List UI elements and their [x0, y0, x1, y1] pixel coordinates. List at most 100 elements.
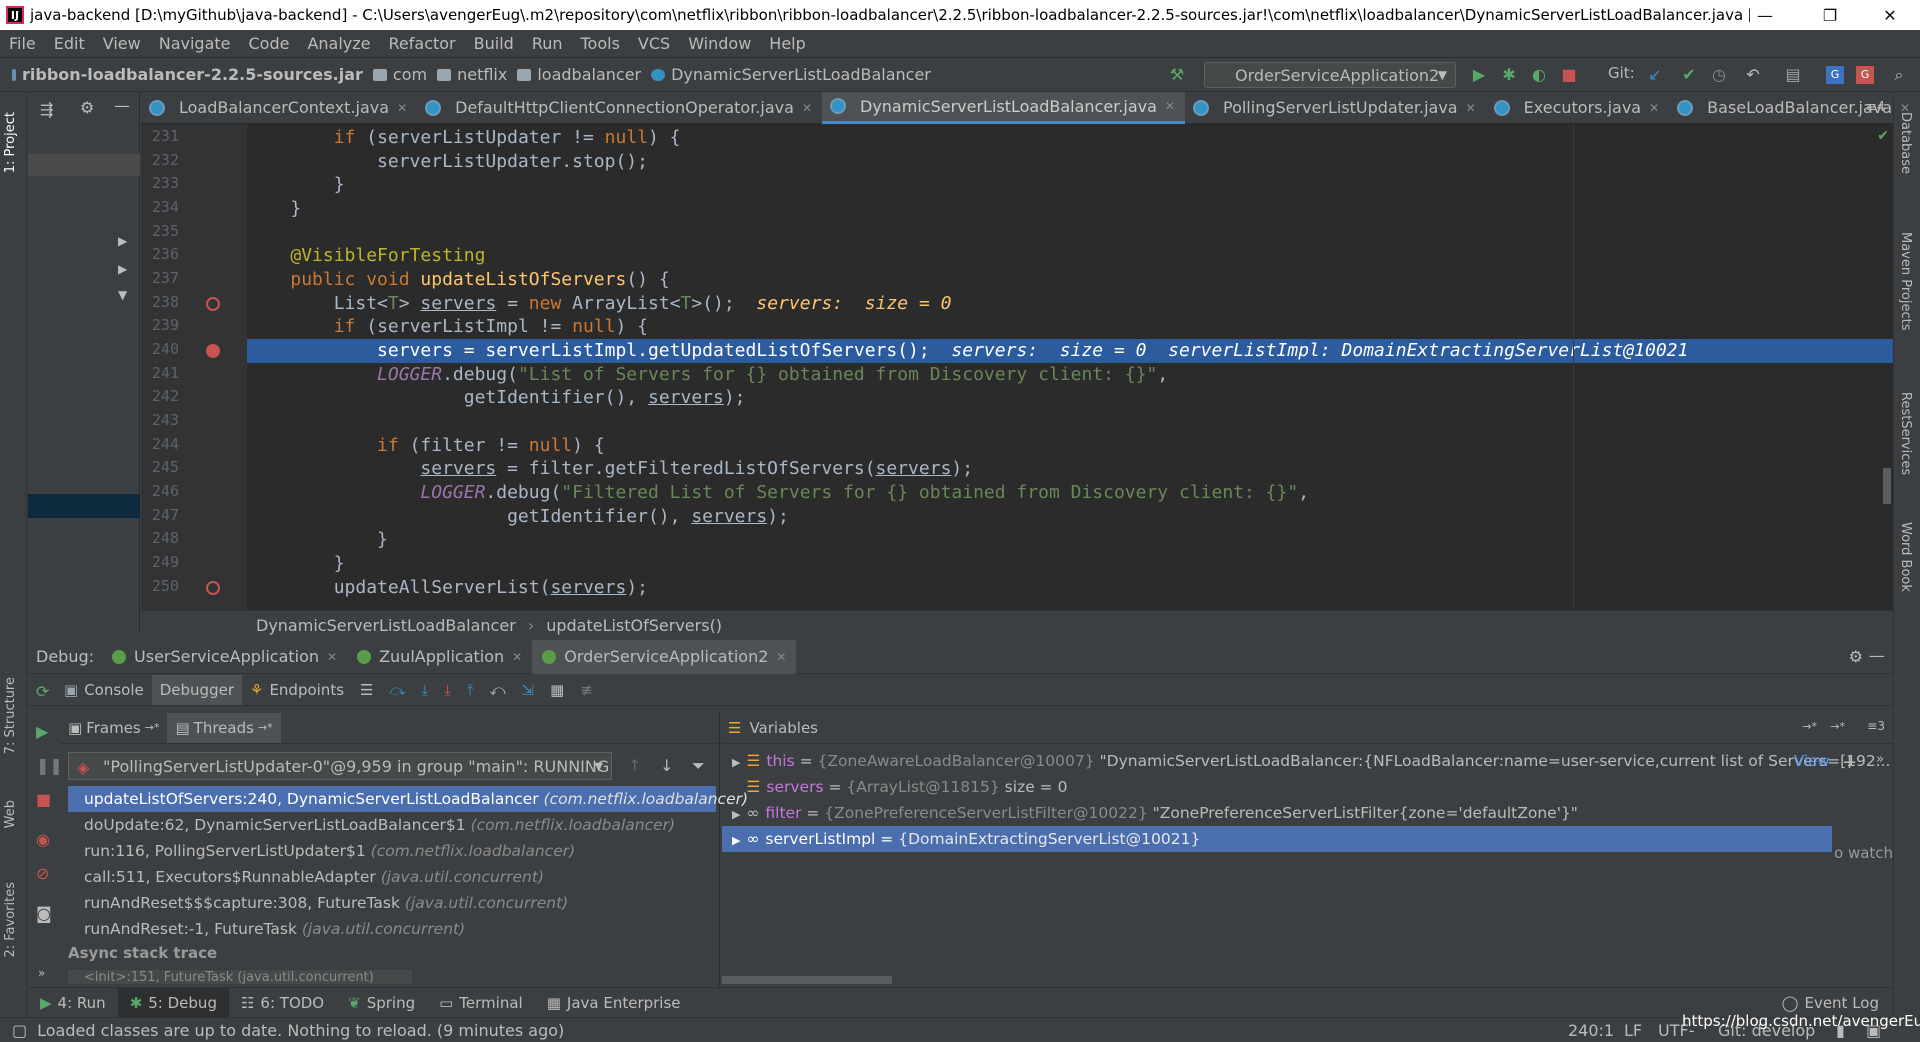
- variable-row[interactable]: ▶ ☰ this = {ZoneAwareLoadBalancer@10007} "…: [722, 748, 1890, 774]
- close-tab-icon[interactable]: ✕: [1649, 101, 1659, 115]
- editor-gutter[interactable]: 231 232 233 234 235 236 237 238 239 240 …: [141, 124, 247, 610]
- expand-arrow-icon[interactable]: ▶: [118, 234, 127, 248]
- hide-panel-icon[interactable]: —: [1869, 646, 1885, 665]
- tabs-overflow-button[interactable]: ≡4: [1866, 100, 1885, 115]
- step-over-icon[interactable]: ⤼: [381, 675, 413, 705]
- menu-run[interactable]: Run: [523, 34, 572, 53]
- search-icon[interactable]: ⌕: [1890, 66, 1908, 84]
- structure-tool-button[interactable]: 7: Structure: [3, 677, 18, 754]
- project-structure-icon[interactable]: ▤: [1784, 66, 1802, 84]
- resume-icon[interactable]: ▶: [36, 722, 48, 741]
- debug-session-tab[interactable]: ZuulApplication ✕: [347, 640, 532, 674]
- menu-help[interactable]: Help: [760, 34, 814, 53]
- breadcrumb-class[interactable]: DynamicServerListLoadBalancer: [651, 65, 931, 84]
- breadcrumb-loadbalancer[interactable]: loadbalancer: [517, 65, 641, 84]
- close-tab-icon[interactable]: ✕: [1466, 101, 1476, 115]
- tool-tab-todo[interactable]: ☷ 6: TODO: [229, 988, 336, 1018]
- stop-icon[interactable]: ■: [1560, 66, 1578, 84]
- translate-alt-icon[interactable]: G: [1856, 66, 1874, 84]
- breadcrumb-method[interactable]: updateListOfServers(): [546, 616, 722, 635]
- breadcrumb-netflix[interactable]: netflix: [437, 65, 507, 84]
- mute-breakpoints-icon[interactable]: ⊘: [36, 864, 49, 883]
- collapse-all-icon[interactable]: ⇶: [40, 100, 53, 119]
- settings-menu-icon[interactable]: ≡3: [1867, 719, 1885, 733]
- async-stack-frame[interactable]: <init>:151, FutureTask (java.util.concur…: [68, 970, 412, 984]
- drop-frame-icon[interactable]: ⤺: [481, 675, 513, 705]
- caret-position[interactable]: 240:1: [1568, 1021, 1614, 1040]
- breadcrumb-com[interactable]: com: [372, 65, 427, 84]
- close-tab-icon[interactable]: ✕: [1900, 101, 1910, 115]
- step-out-icon[interactable]: ⤒: [459, 675, 482, 705]
- line-separator[interactable]: LF: [1624, 1021, 1642, 1040]
- close-tab-icon[interactable]: ✕: [1165, 99, 1175, 113]
- variable-row[interactable]: ▶☰servers = {ArrayList@11815} size = 0: [722, 774, 1832, 800]
- tab-pollingserverlistupdater[interactable]: PollingServerListUpdater.java ✕: [1185, 92, 1486, 124]
- view-breakpoints-icon[interactable]: ◉: [36, 830, 50, 849]
- debug-session-tab[interactable]: UserServiceApplication ✕: [102, 640, 347, 674]
- git-commit-icon[interactable]: ✔: [1680, 66, 1698, 84]
- filter-icon[interactable]: ⏷: [692, 756, 705, 776]
- variable-row-selected[interactable]: ▶ ∞ serverListImpl = {DomainExtractingServ…: [722, 826, 1832, 852]
- tool-tab-java-enterprise[interactable]: ▦ Java Enterprise: [535, 988, 693, 1018]
- minimize-button[interactable]: —: [1735, 0, 1795, 30]
- evaluate-expression-icon[interactable]: ▦: [542, 675, 572, 705]
- menu-refactor[interactable]: Refactor: [380, 34, 465, 53]
- inspection-ok-icon[interactable]: ✔: [1877, 128, 1889, 144]
- stop-icon[interactable]: ■: [36, 790, 51, 809]
- trace-icon[interactable]: ≢: [572, 675, 601, 705]
- show-threads-button[interactable]: ☰: [352, 675, 381, 705]
- tool-tab-spring[interactable]: ❦ Spring: [336, 988, 427, 1018]
- menu-code[interactable]: Code: [240, 34, 299, 53]
- close-icon[interactable]: ✕: [327, 650, 337, 664]
- wordbook-tool-button[interactable]: Word Book: [1898, 522, 1913, 592]
- breakpoint-hit-icon[interactable]: [206, 344, 220, 358]
- breakpoint-icon[interactable]: [206, 581, 220, 595]
- debug-session-tab-active[interactable]: OrderServiceApplication2 ✕: [532, 639, 797, 674]
- stack-frame[interactable]: runAndReset$$$capture:308, FutureTask (j…: [68, 890, 716, 916]
- variable-row[interactable]: ▶ ∞ filter = {ZonePreferenceServerListFilt…: [722, 800, 1832, 826]
- collapse-arrow-icon[interactable]: ▼: [118, 288, 127, 302]
- gear-icon[interactable]: ⚙: [80, 98, 94, 117]
- pause-icon[interactable]: ❚❚: [36, 756, 63, 775]
- tab-dynamicserverlistloadbalancer[interactable]: DynamicServerListLoadBalancer.java ✕: [822, 91, 1185, 124]
- threads-tab[interactable]: ▤ Threads →*: [167, 712, 281, 743]
- code-editor[interactable]: if (serverListUpdater != null) { serverL…: [247, 124, 1893, 610]
- tab-executors[interactable]: Executors.java ✕: [1486, 92, 1670, 124]
- breadcrumb-class[interactable]: DynamicServerListLoadBalancer: [256, 616, 516, 635]
- debug-bug-icon[interactable]: ✱: [1500, 66, 1518, 84]
- menu-window[interactable]: Window: [679, 34, 760, 53]
- project-tree-selected-row[interactable]: [28, 154, 140, 176]
- pin-icon[interactable]: →*: [1830, 720, 1845, 733]
- menu-vcs[interactable]: VCS: [629, 34, 679, 53]
- hide-panel-icon[interactable]: —: [114, 96, 130, 115]
- menu-navigate[interactable]: Navigate: [150, 34, 240, 53]
- menu-analyze[interactable]: Analyze: [298, 34, 379, 53]
- restore-button[interactable]: ❐: [1800, 0, 1860, 30]
- git-update-icon[interactable]: ↙: [1646, 66, 1664, 84]
- more-icon[interactable]: »: [38, 966, 45, 980]
- lock-icon[interactable]: ▮: [1836, 1021, 1845, 1040]
- step-into-icon[interactable]: ⤓: [414, 675, 437, 705]
- git-history-icon[interactable]: ◷: [1710, 66, 1728, 84]
- project-tool-button[interactable]: 1: Project: [3, 112, 18, 173]
- status-icon[interactable]: ▢: [12, 1021, 27, 1040]
- menu-tools[interactable]: Tools: [572, 34, 629, 53]
- close-button[interactable]: ✕: [1860, 0, 1920, 30]
- frames-tab[interactable]: ▣ Frames →*: [60, 713, 167, 743]
- tool-tab-terminal[interactable]: ▭ Terminal: [427, 988, 535, 1018]
- run-to-cursor-icon[interactable]: ⇲: [513, 675, 542, 705]
- maven-tool-button[interactable]: Maven Projects: [1898, 232, 1913, 331]
- menu-view[interactable]: View: [94, 34, 150, 53]
- git-revert-icon[interactable]: ↶: [1744, 66, 1762, 84]
- next-frame-icon[interactable]: ↓: [660, 756, 673, 775]
- close-tab-icon[interactable]: ✕: [802, 101, 812, 115]
- coverage-icon[interactable]: ◐: [1530, 66, 1548, 84]
- tool-tab-run[interactable]: ▶ 4: Run: [28, 988, 118, 1018]
- variables-scrollbar-thumb[interactable]: [722, 976, 892, 984]
- breakpoint-icon[interactable]: [206, 297, 220, 311]
- stack-frame[interactable]: call:511, Executors$RunnableAdapter (jav…: [68, 864, 716, 890]
- camera-icon[interactable]: ◙: [36, 904, 52, 923]
- stack-frame[interactable]: doUpdate:62, DynamicServerListLoadBalanc…: [68, 812, 716, 838]
- menu-file[interactable]: File: [0, 34, 45, 53]
- endpoints-tab[interactable]: ⚘ Endpoints: [242, 675, 352, 705]
